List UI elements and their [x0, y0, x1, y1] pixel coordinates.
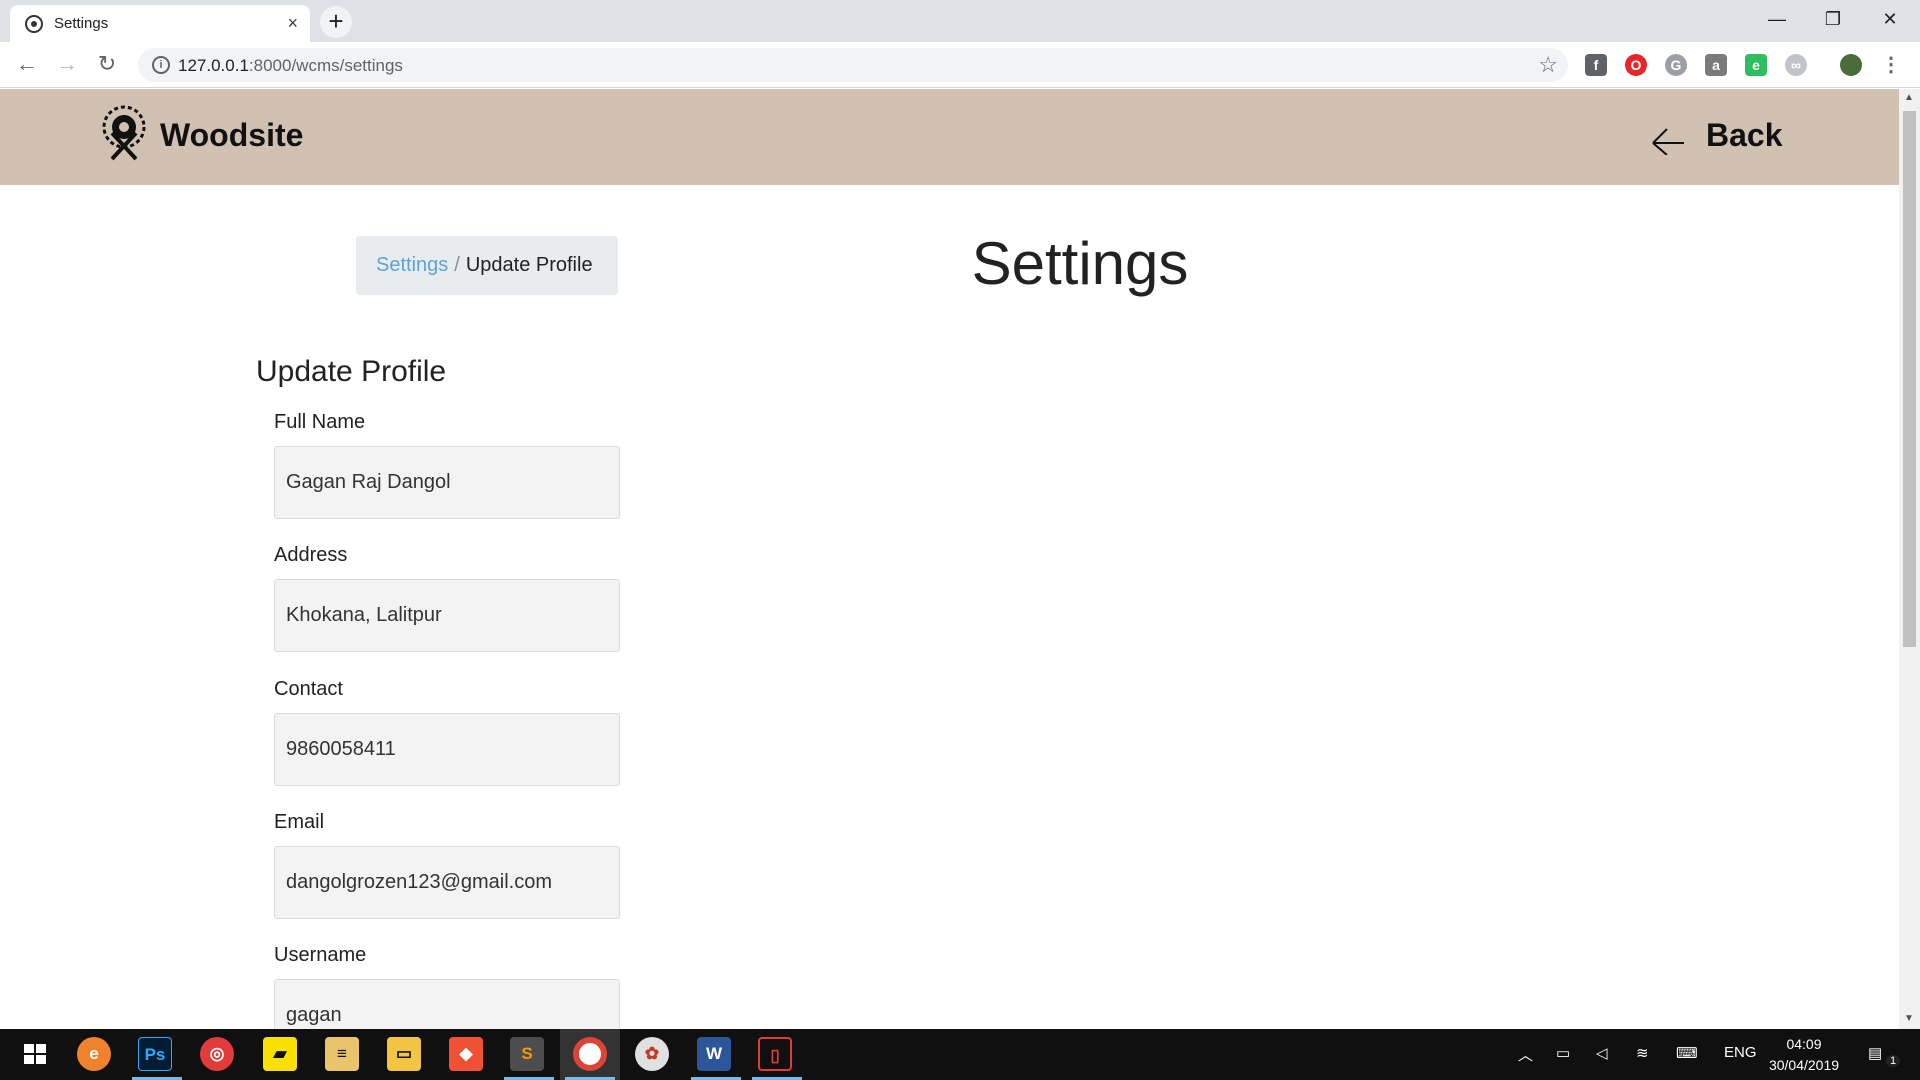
- page-viewport: Woodsite Back Settings / Update Profile Se…: [0, 89, 1899, 1029]
- reload-icon[interactable]: ↻: [94, 52, 120, 78]
- forward-nav-icon[interactable]: →: [54, 52, 80, 78]
- evernote-icon[interactable]: e: [1745, 54, 1767, 76]
- breadcrumb: Settings / Update Profile: [356, 236, 618, 295]
- language-indicator[interactable]: ENG: [1724, 1044, 1757, 1061]
- page-title: Settings: [971, 230, 1189, 297]
- photoshop-icon[interactable]: Ps: [138, 1037, 172, 1071]
- opera-icon[interactable]: O: [1625, 54, 1647, 76]
- section-title: Update Profile: [256, 355, 447, 388]
- url-path: :8000/wcms/settings: [248, 56, 403, 75]
- url-host: 127.0.0.1: [178, 56, 249, 75]
- back-nav-icon[interactable]: ←: [14, 52, 40, 78]
- minimize-button[interactable]: —: [1749, 4, 1805, 38]
- screen-recorder-icon[interactable]: ▯: [758, 1037, 792, 1071]
- browser-tab-strip: Settings × + — ❐ ✕: [0, 0, 1920, 42]
- address-label: Address: [274, 544, 348, 566]
- address-bar[interactable]: i 127.0.0.1:8000/wcms/settings ☆: [138, 48, 1568, 82]
- maximize-button[interactable]: ❐: [1805, 4, 1861, 38]
- taskbar-clock[interactable]: 04:09 30/04/2019: [1762, 1034, 1846, 1076]
- breadcrumb-link-settings[interactable]: Settings: [376, 254, 448, 276]
- facebook-icon[interactable]: f: [1585, 54, 1607, 76]
- brand-name[interactable]: Woodsite: [160, 117, 303, 154]
- back-label: Back: [1706, 117, 1783, 153]
- grammarly-icon[interactable]: G: [1665, 54, 1687, 76]
- edge-icon[interactable]: e: [77, 1037, 111, 1071]
- new-tab-button[interactable]: +: [320, 6, 352, 38]
- battery-icon[interactable]: ▭: [1556, 1044, 1570, 1062]
- app-icon[interactable]: ◎: [200, 1037, 234, 1071]
- url-text[interactable]: 127.0.0.1:8000/wcms/settings: [178, 56, 403, 76]
- lock-icon[interactable]: a: [1705, 54, 1727, 76]
- contact-field[interactable]: [274, 713, 620, 786]
- sticky-notes-icon[interactable]: ▰: [263, 1037, 297, 1071]
- woodsite-favicon-icon: [25, 15, 43, 33]
- browser-toolbar: ← → ↻ i 127.0.0.1:8000/wcms/settings ☆ f…: [0, 42, 1920, 88]
- file-explorer-icon[interactable]: ▭: [387, 1037, 421, 1071]
- site-header: Woodsite Back: [0, 89, 1899, 185]
- vpn-icon[interactable]: ∞: [1785, 54, 1807, 76]
- wifi-icon[interactable]: ≋: [1636, 1044, 1649, 1062]
- page-scrollbar[interactable]: ▲ ▼: [1899, 89, 1920, 1029]
- arrow-left-icon: [1652, 128, 1684, 155]
- tray-chevron-icon[interactable]: ︿: [1518, 1044, 1533, 1065]
- username-field[interactable]: [274, 979, 620, 1029]
- sublime-text-icon[interactable]: S: [510, 1037, 544, 1071]
- chrome-icon[interactable]: [573, 1037, 607, 1071]
- notification-center-icon[interactable]: ▤: [1868, 1044, 1882, 1062]
- paint-icon[interactable]: ✿: [635, 1037, 669, 1071]
- scroll-down-icon[interactable]: ▼: [1904, 1013, 1914, 1024]
- email-label: Email: [274, 811, 325, 833]
- bookmark-star-icon[interactable]: ☆: [1538, 52, 1558, 78]
- notepad-icon[interactable]: ≡: [325, 1037, 359, 1071]
- tab-close-icon[interactable]: ×: [287, 13, 298, 34]
- word-icon[interactable]: W: [697, 1037, 731, 1071]
- windows-start-icon[interactable]: [18, 1037, 52, 1071]
- site-info-icon[interactable]: i: [152, 56, 170, 74]
- address-field[interactable]: [274, 579, 620, 652]
- clock-date: 30/04/2019: [1768, 1057, 1840, 1073]
- breadcrumb-separator: /: [454, 254, 460, 276]
- windows-taskbar: e Ps ◎ ▰ ≡ ▭ ◆ S ✿ W ▯ ︿ ▭ ◁ ≋ ⌨ ENG 04:…: [0, 1029, 1920, 1080]
- full-name-label: Full Name: [274, 411, 366, 433]
- notification-count-badge: 1: [1886, 1055, 1900, 1067]
- volume-icon[interactable]: ◁: [1596, 1044, 1608, 1062]
- menu-kebab-icon[interactable]: ⋮: [1880, 54, 1902, 76]
- contact-label: Contact: [274, 678, 343, 700]
- git-icon[interactable]: ◆: [449, 1037, 483, 1071]
- clock-time: 04:09: [1786, 1036, 1822, 1052]
- scroll-up-icon[interactable]: ▲: [1904, 92, 1914, 103]
- close-window-button[interactable]: ✕: [1862, 4, 1918, 38]
- breadcrumb-current: Update Profile: [465, 254, 593, 276]
- full-name-field[interactable]: [274, 446, 620, 519]
- scrollbar-thumb[interactable]: [1903, 111, 1916, 647]
- tab-title: Settings: [54, 15, 109, 32]
- avatar[interactable]: [1840, 54, 1862, 76]
- email-field[interactable]: [274, 846, 620, 919]
- tab-settings[interactable]: Settings ×: [10, 5, 310, 42]
- woodsite-logo-icon[interactable]: [98, 103, 150, 165]
- username-label: Username: [274, 944, 367, 966]
- keyboard-icon[interactable]: ⌨: [1676, 1044, 1698, 1062]
